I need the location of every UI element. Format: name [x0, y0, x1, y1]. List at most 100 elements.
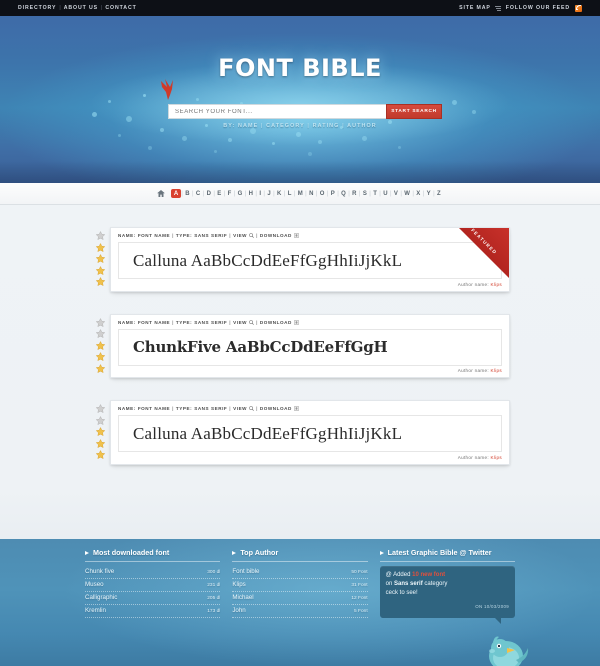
alpha-nav-w[interactable]: W	[402, 191, 412, 197]
footer-list-item[interactable]: Museo 231 dl	[85, 579, 221, 592]
rating-star[interactable]	[95, 340, 105, 350]
font-card-body[interactable]: FEATURED NAME: FONT NAME | TYPE: SANS SERIF | V…	[110, 227, 510, 292]
footer-list-item[interactable]: Chunk five 300 dl	[85, 566, 221, 579]
alpha-nav-m[interactable]: M	[295, 191, 305, 197]
alpha-nav-u[interactable]: U	[381, 191, 390, 197]
alpha-nav-k[interactable]: K	[275, 191, 284, 197]
rating-stars[interactable]	[90, 400, 110, 459]
font-card-meta: NAME: FONT NAME | TYPE: SANS SERIF | VIEW | DOWN…	[118, 406, 502, 411]
footer-list-item[interactable]: John 5 Font	[232, 605, 368, 618]
separator: |	[256, 319, 258, 325]
view-link[interactable]: VIEW	[233, 320, 247, 325]
alpha-nav-s[interactable]: S	[360, 191, 369, 197]
search-by-name[interactable]: NAME	[238, 123, 258, 129]
font-author: Author name: Klips	[118, 455, 502, 460]
alpha-nav-p[interactable]: P	[328, 191, 337, 197]
latest-tweet[interactable]: @ Added 10 new font on Sans serif catego…	[379, 565, 515, 624]
search-by-author[interactable]: AUTHOR	[347, 123, 377, 129]
rating-star[interactable]	[95, 415, 105, 425]
footer-list-item[interactable]: Klips 31 Font	[232, 579, 368, 592]
home-icon[interactable]	[157, 190, 165, 197]
footer-list-item[interactable]: Michael 12 Font	[232, 592, 368, 605]
site-logo[interactable]: FONT BIBLE	[0, 54, 600, 82]
search-input[interactable]	[168, 104, 386, 119]
author-name[interactable]: Klips	[491, 368, 502, 373]
rating-star[interactable]	[95, 254, 105, 263]
font-author: Author name: Klips	[118, 368, 502, 373]
alpha-nav-t[interactable]: T	[371, 191, 379, 197]
rating-star[interactable]	[95, 352, 105, 361]
rating-star[interactable]	[95, 438, 105, 448]
author-name[interactable]: Klips	[491, 455, 502, 460]
alpha-nav-c[interactable]: C	[194, 191, 203, 197]
footer-list-item[interactable]: Kremlin 173 dl	[85, 605, 221, 618]
link-follow-our-feed[interactable]: FOLLOW OUR FEED	[506, 5, 570, 11]
footer-list-item[interactable]: Font bible 50 Font	[232, 566, 368, 579]
link-site-map[interactable]: SITE MAP	[459, 5, 491, 11]
alpha-nav-n[interactable]: N	[307, 191, 316, 197]
rating-star[interactable]	[95, 363, 105, 373]
meta-name-value: FONT NAME	[137, 233, 171, 238]
alpha-nav-o[interactable]: O	[317, 191, 326, 197]
rating-star[interactable]	[95, 317, 105, 327]
rating-star[interactable]	[95, 265, 105, 275]
rating-stars[interactable]	[90, 227, 110, 286]
download-link[interactable]: DOWNLOAD	[260, 406, 292, 411]
rss-icon[interactable]	[575, 4, 582, 12]
alpha-nav-e[interactable]: E	[215, 191, 224, 197]
search-by-category[interactable]: CATEGORY	[266, 123, 305, 129]
magnifier-icon[interactable]	[249, 319, 255, 325]
alpha-nav-b[interactable]: B	[183, 191, 192, 197]
alpha-nav-q[interactable]: Q	[339, 191, 348, 197]
meta-type-label: TYPE:	[175, 233, 193, 238]
font-card-meta: NAME: FONT NAME | TYPE: SANS SERIF | VIEW | DOWN…	[118, 320, 502, 325]
rating-star[interactable]	[95, 404, 105, 413]
download-icon[interactable]	[294, 406, 299, 411]
tweet-category: Sans serif	[394, 580, 423, 587]
link-directory[interactable]: DIRECTORY	[18, 5, 56, 11]
alpha-nav-d[interactable]: D	[204, 191, 213, 197]
rating-star[interactable]	[95, 277, 105, 286]
footer-list-item[interactable]: Calligraphic 205 dl	[85, 592, 221, 605]
rating-star[interactable]	[95, 242, 105, 252]
alpha-nav-r[interactable]: R	[350, 191, 359, 197]
alpha-nav-v[interactable]: V	[392, 191, 401, 197]
font-card: NAME: FONT NAME | TYPE: SANS SERIF | VIEW | DOWN…	[90, 313, 510, 378]
download-icon[interactable]	[294, 233, 299, 238]
view-link[interactable]: VIEW	[233, 406, 247, 411]
download-link[interactable]: DOWNLOAD	[260, 233, 292, 238]
font-card-body[interactable]: NAME: FONT NAME | TYPE: SANS SERIF | VIEW | DOWN…	[110, 400, 510, 465]
search-by-rating[interactable]: RATING	[313, 123, 340, 129]
footer-item-name: Chunk five	[85, 568, 115, 575]
alpha-nav-x[interactable]: X	[414, 191, 423, 197]
alpha-nav-z[interactable]: Z	[435, 191, 443, 197]
download-icon[interactable]	[294, 319, 299, 325]
author-name[interactable]: Klips	[491, 282, 502, 287]
magnifier-icon[interactable]	[249, 233, 255, 238]
link-contact[interactable]: CONTACT	[105, 5, 136, 11]
rating-stars[interactable]	[90, 314, 110, 373]
alpha-nav-j[interactable]: J	[265, 191, 273, 197]
link-about-us[interactable]: ABOUT US	[64, 5, 98, 11]
alpha-nav-y[interactable]: Y	[424, 191, 433, 197]
download-link[interactable]: DOWNLOAD	[260, 320, 292, 325]
search-by-prefix: BY:	[223, 123, 236, 129]
tweet-mid: on	[385, 580, 393, 587]
separator: |	[229, 233, 232, 238]
rating-star[interactable]	[95, 427, 105, 436]
start-search-button[interactable]: START SEARCH	[386, 104, 442, 119]
author-label: Author name:	[457, 281, 489, 287]
rating-star[interactable]	[95, 329, 105, 338]
view-link[interactable]: VIEW	[233, 233, 247, 238]
font-card-body[interactable]: NAME: FONT NAME | TYPE: SANS SERIF | VIEW | DOWN…	[110, 313, 510, 378]
alpha-nav-f[interactable]: F	[225, 191, 233, 197]
magnifier-icon[interactable]	[249, 406, 255, 411]
alpha-nav-g[interactable]: G	[235, 191, 244, 197]
alpha-nav-a[interactable]: A	[170, 189, 182, 198]
footer-item-value: 5 Font	[354, 609, 368, 614]
alpha-nav-l[interactable]: L	[285, 191, 293, 197]
alpha-nav-h[interactable]: H	[246, 191, 255, 197]
rating-star[interactable]	[95, 450, 105, 459]
footer-column-title: Latest Graphic Bible @ Twitter	[379, 548, 515, 562]
rating-star[interactable]	[95, 231, 105, 240]
